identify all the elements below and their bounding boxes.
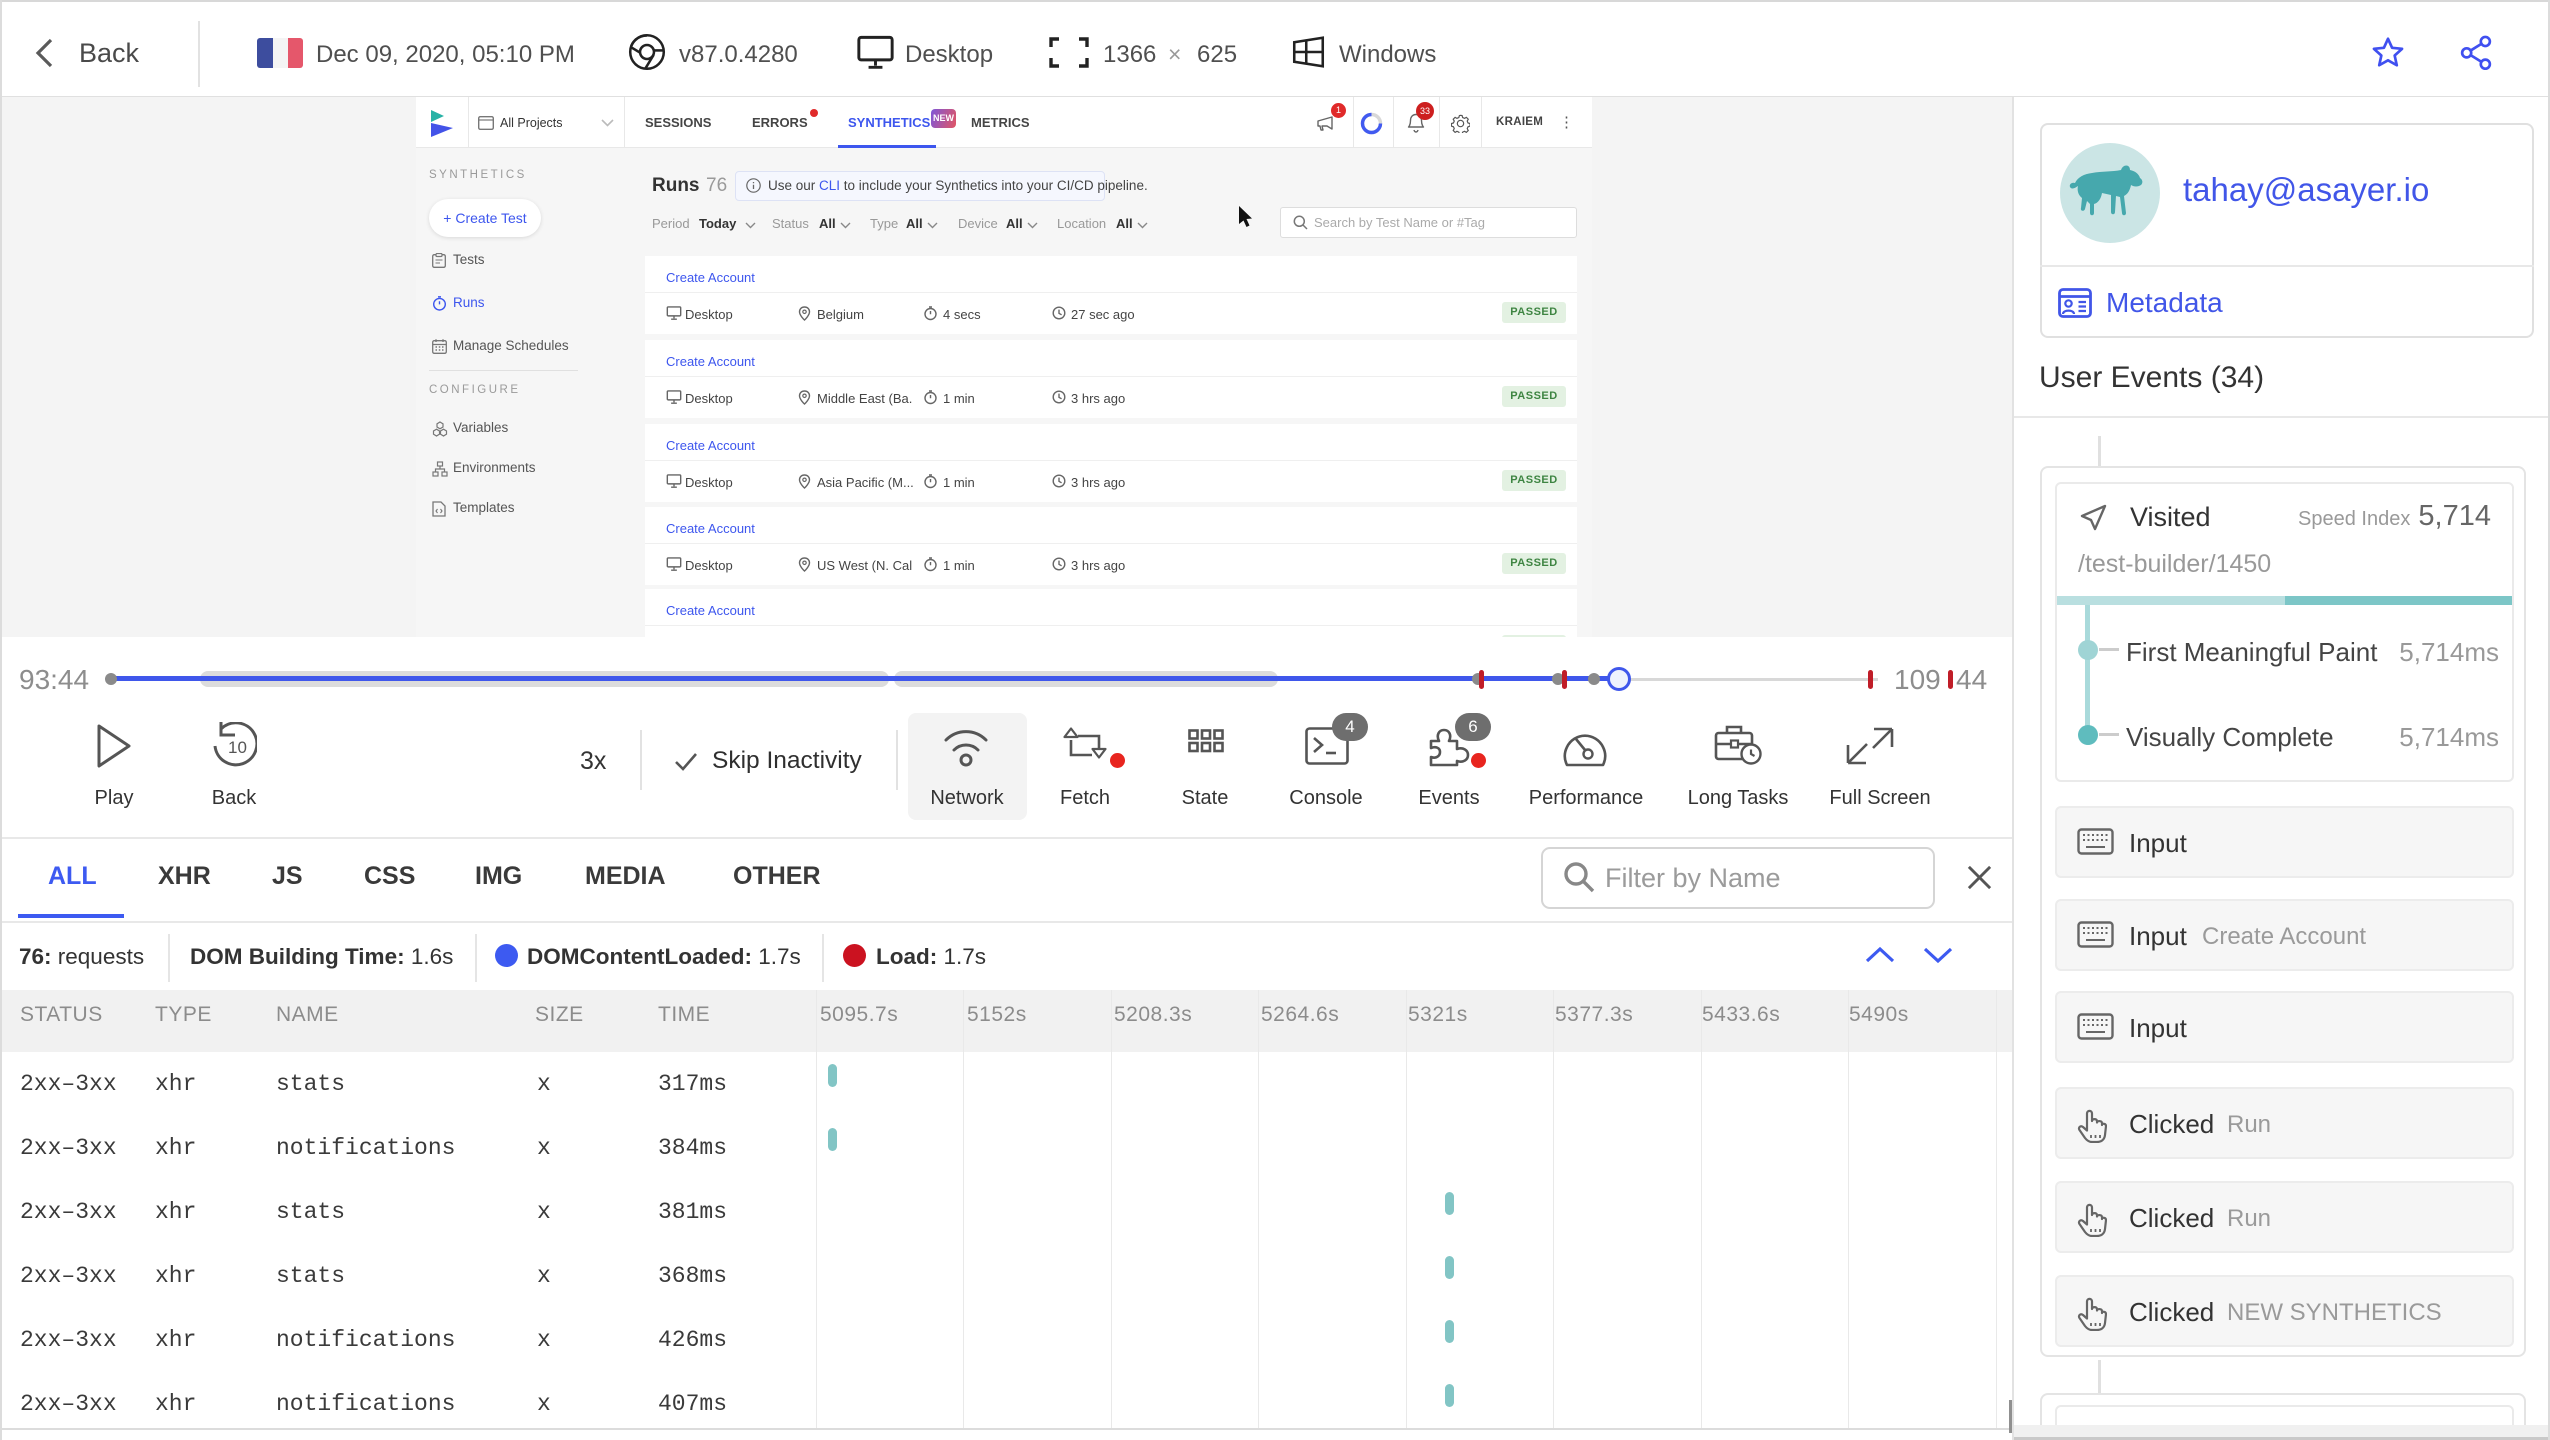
svg-text:10: 10	[228, 738, 247, 757]
